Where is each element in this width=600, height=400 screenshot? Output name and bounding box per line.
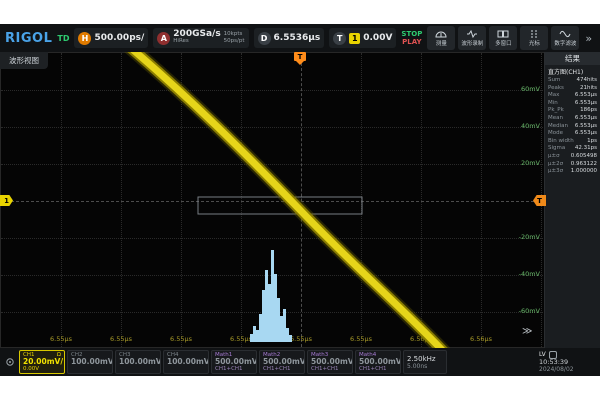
delay-value: 6.5536μs	[274, 33, 321, 43]
run-state-indicator[interactable]: STOP PLAY	[401, 30, 422, 46]
result-row: Bin width1ps	[545, 138, 600, 146]
play-label: PLAY	[401, 38, 422, 46]
acquisition-group[interactable]: A 200GSa/s HiRes 10kpts 50ps/pt	[153, 28, 248, 48]
cursor-icon	[528, 30, 540, 38]
trigger-source-badge: 1	[349, 33, 360, 44]
channel-box-ch1[interactable]: CH1Ω 20.00mV/ 0.00V	[19, 350, 65, 374]
channel-box-ch4[interactable]: CH4 100.00mV/	[163, 350, 209, 374]
cursor-button[interactable]: 光标	[520, 26, 548, 50]
result-row: Pk_Pk186ps	[545, 107, 600, 115]
trigger-badge: T	[333, 32, 346, 45]
channel-box-math2[interactable]: Math2 500.00mV/ CH1+CH1	[259, 350, 305, 374]
measure-button[interactable]: 测量	[427, 26, 455, 50]
memory-depth: 10kpts	[224, 31, 245, 38]
horizontal-badge: H	[78, 32, 91, 45]
waveform-canvas	[0, 52, 600, 348]
frequency-counter-box[interactable]: 2.50kHz 5.00ns	[403, 350, 447, 374]
waveform-record-icon	[466, 30, 478, 38]
waveform-display-area: 波形视图 60mV 40mV 20mV -20mV -40mV -60mV 6.…	[0, 52, 600, 348]
channel-box-math3[interactable]: Math3 500.00mV/ CH1+CH1	[307, 350, 353, 374]
jitter-histogram-trace	[250, 250, 292, 342]
rigol-logo: RIGOL	[5, 31, 52, 46]
trigger-level-value: 0.00V	[363, 33, 392, 43]
multi-window-button[interactable]: 多窗口	[489, 26, 517, 50]
settings-icon[interactable]	[3, 355, 17, 369]
clock-date: 2024/08/02	[539, 366, 595, 374]
trigger-position-marker[interactable]: T	[294, 52, 306, 65]
stop-label: STOP	[401, 30, 422, 38]
result-row: μ±σ0.605498	[545, 153, 600, 161]
channel-box-ch2[interactable]: CH2 100.00mV/	[67, 350, 113, 374]
system-status-block: LV 10:53:39 2024/08/02	[539, 351, 597, 374]
multi-window-icon	[497, 30, 509, 38]
acquisition-mode: HiRes	[173, 38, 220, 45]
result-row: Sigma42.31ps	[545, 145, 600, 153]
channel-status-bar: CH1Ω 20.00mV/ 0.00V CH2 100.00mV/ CH3 10…	[0, 348, 600, 376]
result-row: μ±2σ0.963122	[545, 161, 600, 169]
result-row: Peaks21hits	[545, 85, 600, 93]
horizontal-timebase-group[interactable]: H 500.00ps/	[74, 28, 148, 48]
top-toolbar: RIGOL TD H 500.00ps/ A 200GSa/s HiRes 10…	[0, 24, 600, 52]
sample-resolution: 50ps/pt	[224, 38, 245, 45]
result-row: Sum474hits	[545, 77, 600, 85]
delay-badge: D	[258, 32, 271, 45]
results-panel-title: 结果	[545, 52, 600, 65]
channel-box-math1[interactable]: Math1 500.00mV/ CH1+CH1	[211, 350, 257, 374]
view-tab-waveform[interactable]: 波形视图	[0, 52, 48, 69]
waveform-record-button[interactable]: 波形录制	[458, 26, 486, 50]
counter-value: 2.50kHz	[407, 355, 443, 363]
result-row: Mode6.553μs	[545, 130, 600, 138]
acquisition-badge: A	[157, 32, 170, 45]
delay-group[interactable]: D 6.5536μs	[254, 28, 325, 48]
digital-filter-icon	[559, 30, 571, 38]
result-row: μ±3σ1.000000	[545, 168, 600, 176]
trigger-position-arrow-icon	[296, 61, 304, 65]
trigger-group[interactable]: T 1 0.00V	[329, 28, 396, 48]
more-tools-button[interactable]: »	[582, 32, 595, 45]
oscilloscope-screen: RIGOL TD H 500.00ps/ A 200GSa/s HiRes 10…	[0, 24, 600, 376]
channel-box-math4[interactable]: Math4 500.00mV/ CH1+CH1	[355, 350, 401, 374]
clock-time: 10:53:39	[539, 359, 595, 367]
sample-rate: 200GSa/s	[173, 31, 220, 38]
measure-icon	[435, 30, 447, 38]
result-row: Median6.553μs	[545, 123, 600, 131]
result-row: Max6.553μs	[545, 92, 600, 100]
counter-sub-value: 5.00ns	[407, 363, 443, 370]
expand-panel-button[interactable]: ≫	[522, 326, 532, 337]
digital-filter-button[interactable]: 数字滤波	[551, 26, 579, 50]
toolbar-buttons: 测量 波形录制 多窗口 光标	[427, 26, 595, 50]
histogram-section-title: 直方图(CH1)	[545, 65, 600, 77]
trigger-status-badge: TD	[57, 34, 69, 43]
results-panel: 结果 直方图(CH1) Sum474hits Peaks21hits Max6.…	[544, 52, 600, 348]
channel-box-ch3[interactable]: CH3 100.00mV/	[115, 350, 161, 374]
result-row: Min6.553μs	[545, 100, 600, 108]
timebase-value: 500.00ps/	[94, 33, 144, 43]
result-row: Mean6.553μs	[545, 115, 600, 123]
